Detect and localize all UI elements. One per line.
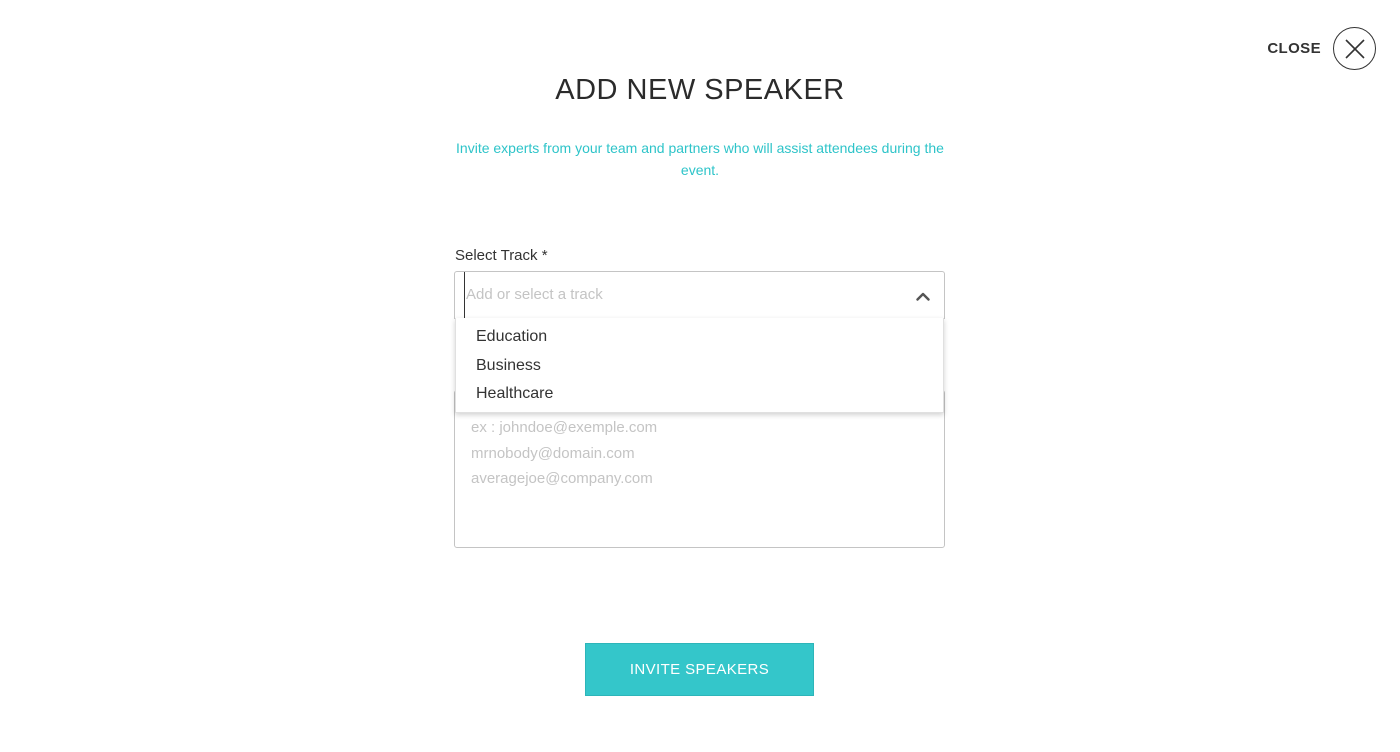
page-title: ADD NEW SPEAKER — [555, 74, 845, 106]
close-icon[interactable] — [1333, 27, 1376, 70]
emails-placeholder-line: averagejoe@company.com — [471, 470, 653, 487]
track-option-healthcare[interactable]: Healthcare — [456, 383, 943, 412]
emails-placeholder-line: ex : johndoe@exemple.com — [471, 419, 658, 436]
track-search-input[interactable] — [464, 272, 894, 318]
emails-placeholder-line: mrnobody@domain.com — [471, 444, 635, 462]
page-subtitle: Invite experts from your team and partne… — [456, 140, 944, 178]
track-option-education[interactable]: Education — [456, 326, 943, 355]
select-track-label: Select Track * — [455, 247, 548, 264]
speaker-emails-textarea[interactable]: ex : johndoe@exemple.com mrnobody@domain… — [454, 390, 945, 548]
add-speaker-page: CLOSE ADD NEW SPEAKER Invite experts fro… — [0, 0, 1400, 752]
emails-placeholder: ex : johndoe@exemple.com mrnobody@domain… — [471, 415, 657, 492]
track-select[interactable] — [454, 271, 945, 319]
close-button[interactable]: CLOSE — [1267, 27, 1376, 70]
track-option-business[interactable]: Business — [456, 355, 943, 384]
invite-speakers-button[interactable]: INVITE SPEAKERS — [585, 643, 814, 696]
track-dropdown-menu: Education Business Healthcare — [455, 318, 944, 413]
chevron-up-icon[interactable] — [915, 288, 931, 304]
close-label: CLOSE — [1267, 40, 1321, 57]
